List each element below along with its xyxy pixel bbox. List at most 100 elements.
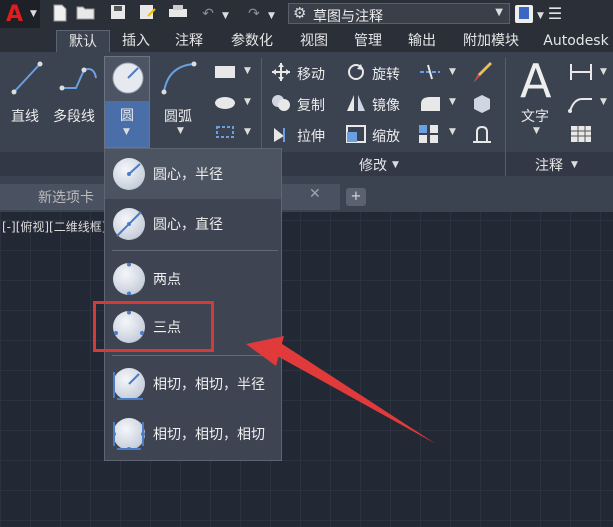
save-icon[interactable] — [108, 4, 128, 24]
redo-icon[interactable]: ↷ — [244, 4, 264, 24]
chevron-down-icon[interactable]: ▼ — [449, 67, 456, 77]
tab-manage[interactable]: 管理 — [344, 30, 392, 52]
workspace-label: 草图与注释 — [313, 9, 383, 25]
menu-item-label: 相切，相切，相切 — [153, 427, 265, 443]
boundary-icon[interactable] — [214, 124, 236, 144]
tab-default[interactable]: 默认 — [56, 30, 110, 53]
chevron-down-icon[interactable]: ▼ — [177, 126, 184, 136]
close-icon[interactable]: ✕ — [309, 186, 321, 202]
chevron-down-icon: ▼ — [495, 7, 503, 18]
mirror-icon[interactable] — [345, 93, 367, 117]
menu-item-label: 圆心，半径 — [153, 167, 223, 183]
gear-icon: ⚙ — [293, 4, 307, 22]
tab-parametric[interactable]: 参数化 — [220, 30, 284, 52]
circle-split-button-lower[interactable]: 圆 ▼ — [105, 101, 149, 147]
circle-2point-icon — [113, 262, 145, 296]
scale-icon[interactable] — [345, 124, 367, 148]
arc-button-label[interactable]: 圆弧 — [164, 106, 192, 126]
chevron-down-icon[interactable]: ▼ — [392, 160, 399, 170]
table-icon[interactable] — [570, 125, 592, 147]
chevron-down-icon[interactable]: ▼ — [244, 127, 251, 137]
chevron-down-icon[interactable]: ▼ — [449, 97, 456, 107]
menu-item-tan-tan-radius[interactable]: 相切，相切，半径 — [105, 359, 281, 409]
fillet-icon[interactable] — [418, 94, 442, 116]
tab-view[interactable]: 视图 — [290, 30, 338, 52]
dimension-icon[interactable] — [568, 62, 594, 86]
chevron-down-icon[interactable]: ▼ — [244, 66, 251, 76]
new-file-icon[interactable] — [50, 4, 70, 24]
copy-icon[interactable] — [270, 93, 292, 117]
circle-tan-tan-tan-icon — [112, 418, 145, 451]
line-icon[interactable] — [10, 60, 44, 100]
hatch-icon[interactable] — [214, 95, 236, 114]
move-icon[interactable] — [270, 62, 292, 86]
rotate-label[interactable]: 旋转 — [372, 64, 400, 84]
app-logo-icon: A — [6, 2, 24, 27]
tab-insert[interactable]: 插入 — [112, 30, 160, 52]
chevron-down-icon[interactable]: ▼ — [600, 67, 607, 77]
circle-button-label: 圆 — [120, 108, 134, 124]
circle-button[interactable]: 圆 ▼ — [104, 56, 150, 148]
menu-item-tan-tan-tan[interactable]: 相切，相切，相切 — [105, 409, 281, 459]
line-button-label[interactable]: 直线 — [11, 106, 39, 126]
menu-divider — [112, 250, 278, 251]
chevron-down-icon[interactable]: ▼ — [600, 97, 607, 107]
text-icon[interactable]: A — [520, 58, 551, 104]
menu-item-center-radius[interactable]: 圆心，半径 — [105, 149, 281, 199]
chevron-down-icon: ▼ — [30, 9, 37, 19]
application-menu-button[interactable]: A ▼ — [0, 0, 40, 28]
tab-output[interactable]: 输出 — [398, 30, 446, 52]
text-button-label[interactable]: 文字 — [521, 106, 549, 126]
circle-center-radius-icon — [113, 158, 145, 190]
customize-toolbar-icon[interactable]: ☰ — [545, 4, 565, 24]
chevron-down-icon[interactable]: ▼ — [533, 126, 540, 136]
chevron-down-icon: ▼ — [123, 127, 130, 137]
chevron-down-icon[interactable]: ▼ — [449, 127, 456, 137]
open-folder-icon[interactable] — [76, 4, 96, 24]
circle-tan-tan-radius-icon — [113, 368, 145, 400]
chevron-down-icon[interactable]: ▼ — [537, 11, 544, 21]
arc-icon[interactable] — [160, 60, 200, 100]
workspace-dropdown[interactable]: ⚙ 草图与注释 ▼ — [288, 3, 510, 25]
menu-item-center-diameter[interactable]: 圆心，直径 — [105, 199, 281, 249]
undo-icon[interactable]: ↶ — [198, 4, 218, 24]
new-tab-label[interactable]: 新选项卡 — [38, 187, 94, 207]
polyline-icon[interactable] — [58, 60, 100, 100]
menu-item-label: 两点 — [153, 272, 181, 288]
share-icon[interactable] — [515, 5, 533, 23]
circle-center-diameter-icon — [113, 208, 145, 240]
add-tab-icon[interactable]: + — [346, 188, 366, 206]
chevron-down-icon[interactable]: ▼ — [571, 160, 578, 170]
rotate-icon[interactable] — [345, 62, 367, 86]
chevron-down-icon[interactable]: ▼ — [268, 11, 275, 21]
array-icon[interactable] — [418, 124, 440, 148]
explode-icon[interactable] — [470, 93, 494, 117]
stretch-label[interactable]: 拉伸 — [297, 126, 325, 146]
offset-icon[interactable] — [470, 124, 494, 148]
chevron-down-icon[interactable]: ▼ — [222, 11, 229, 21]
scale-label[interactable]: 缩放 — [372, 126, 400, 146]
highlight-box — [93, 301, 214, 352]
stretch-icon[interactable] — [270, 124, 292, 148]
tab-addins[interactable]: 附加模块 — [452, 30, 530, 52]
annotation-panel-label[interactable]: 注释 — [535, 155, 563, 175]
polyline-button-label[interactable]: 多段线 — [53, 106, 95, 126]
modify-panel-label[interactable]: 修改 — [359, 155, 387, 175]
tab-autodesk[interactable]: Autodesk — [536, 30, 613, 52]
tab-annotate[interactable]: 注释 — [164, 30, 214, 52]
panel-divider — [505, 58, 506, 176]
menu-item-label: 圆心，直径 — [153, 217, 223, 233]
chevron-down-icon[interactable]: ▼ — [244, 97, 251, 107]
mirror-label[interactable]: 镜像 — [372, 95, 400, 115]
rectangle-icon[interactable] — [214, 64, 236, 83]
print-icon[interactable] — [168, 4, 188, 24]
save-as-icon[interactable] — [138, 4, 158, 24]
viewport-controls[interactable]: [-][俯视][二维线框] — [2, 218, 106, 235]
copy-label[interactable]: 复制 — [297, 95, 325, 115]
leader-icon[interactable] — [568, 93, 594, 117]
erase-icon[interactable] — [470, 60, 494, 88]
drawing-canvas[interactable] — [0, 212, 613, 527]
menu-item-2point[interactable]: 两点 — [105, 254, 281, 304]
move-label[interactable]: 移动 — [297, 64, 325, 84]
trim-icon[interactable] — [418, 64, 442, 84]
